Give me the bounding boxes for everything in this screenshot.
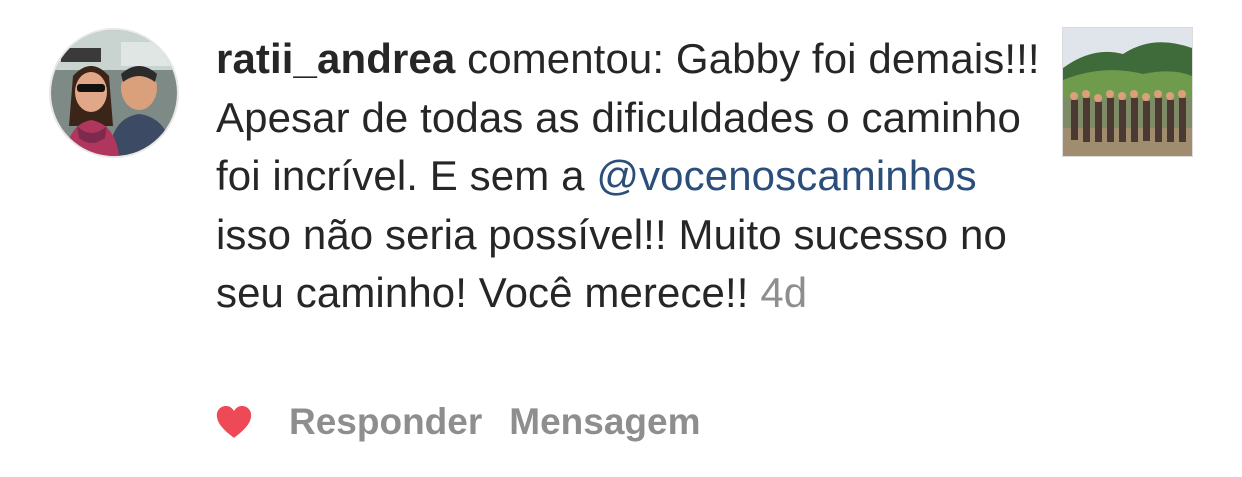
comment-text: ratii_andrea comentou: Gabby foi demais!… <box>216 30 1046 323</box>
comment-body-end: isso não seria possível!! Muito sucesso … <box>216 210 1007 317</box>
comment-timestamp: 4d <box>760 269 808 316</box>
mention-link[interactable]: @vocenoscaminhos <box>596 152 976 199</box>
message-button[interactable]: Mensagem <box>509 401 700 443</box>
avatar-photo <box>51 30 177 156</box>
comment-verb: comentou: <box>467 35 665 82</box>
reply-button[interactable]: Responder <box>289 401 482 443</box>
comment-actions: Responder Mensagem <box>216 395 728 449</box>
post-thumbnail-photo <box>1063 28 1192 156</box>
post-thumbnail[interactable] <box>1062 27 1193 157</box>
comment-username[interactable]: ratii_andrea <box>216 35 455 82</box>
heart-icon[interactable] <box>216 405 252 439</box>
avatar[interactable] <box>49 28 179 158</box>
